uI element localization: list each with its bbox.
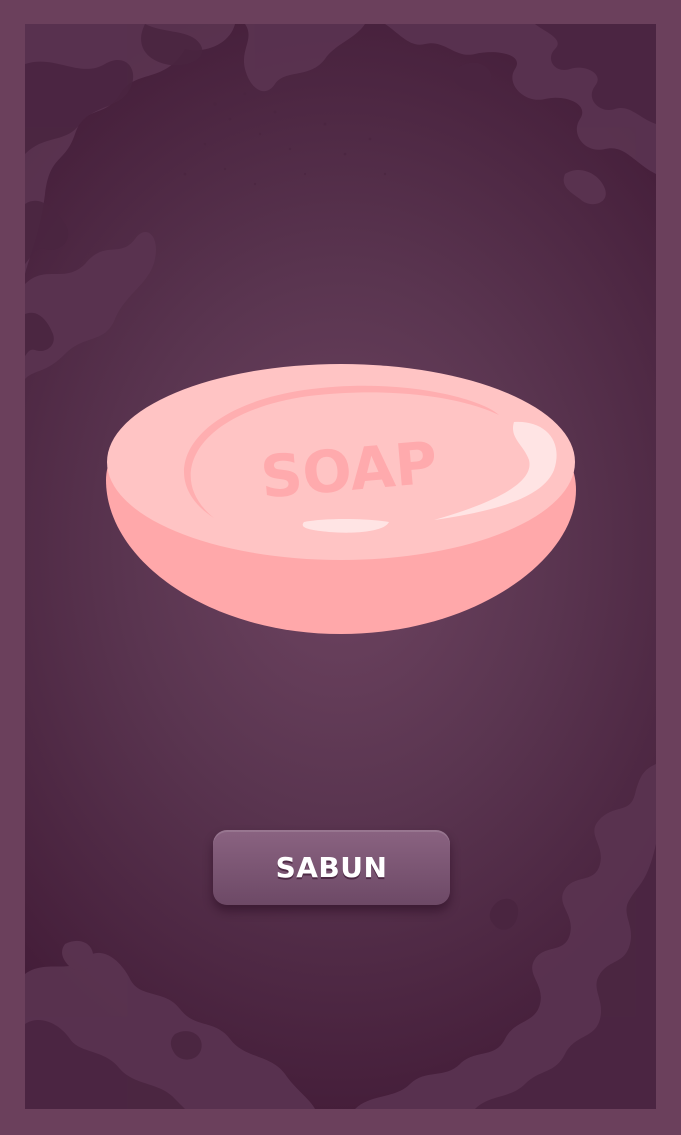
card-frame: SOAP SABUN	[0, 0, 681, 1135]
word-label-button[interactable]: SABUN	[213, 830, 450, 905]
card-panel: SOAP SABUN	[25, 24, 656, 1109]
soap-bar-icon: SOAP	[106, 364, 576, 634]
word-label-text: SABUN	[275, 851, 388, 884]
